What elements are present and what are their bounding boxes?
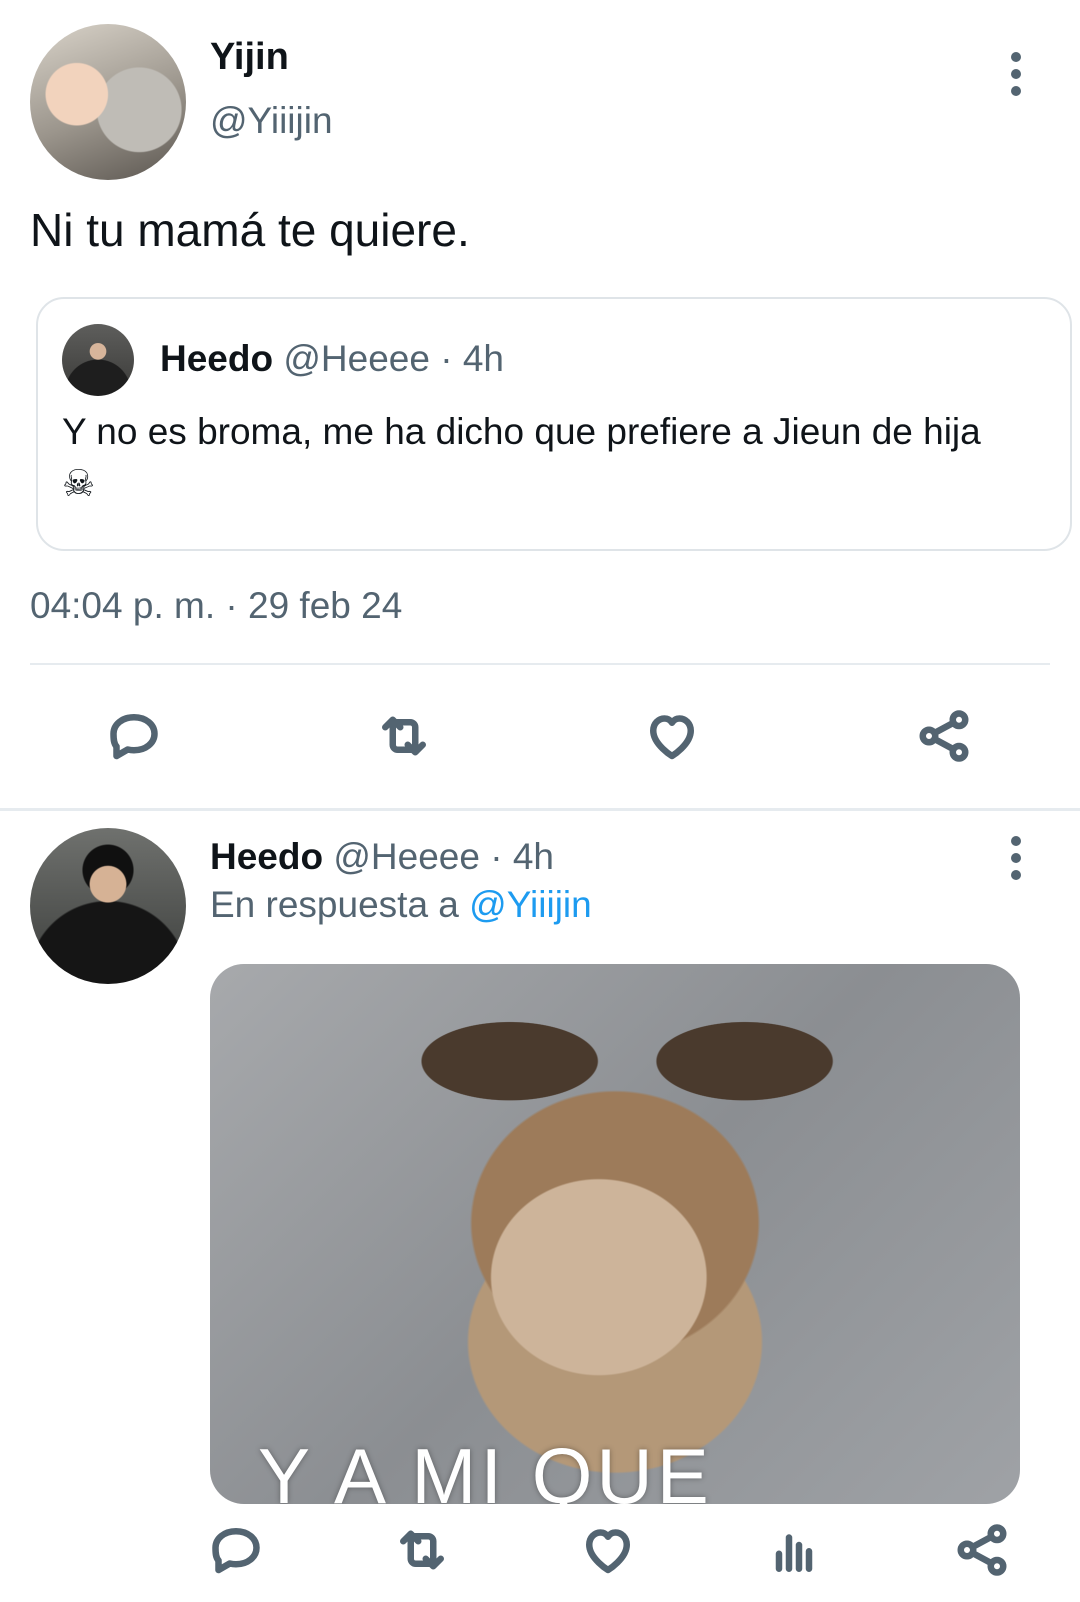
thread-divider [0,808,1080,811]
tweet-text: Ni tu mamá te quiere. [30,204,470,256]
quoted-author-name: Heedo [160,338,274,379]
divider [30,663,1050,665]
reply-media-image[interactable]: Y A MI QUE [210,964,1020,1504]
avatar[interactable] [30,24,186,180]
reply-more-options-icon[interactable] [996,828,1036,888]
reply-author-name[interactable]: Heedo [210,836,323,877]
like-icon[interactable] [636,700,708,772]
quoted-time: · 4h [440,338,504,379]
reply-like-icon[interactable] [572,1514,644,1586]
reply-author-handle[interactable]: @Heeee [333,836,480,877]
reply-time[interactable]: · 4h [490,836,554,877]
quoted-author-handle: @Heeee [283,338,430,379]
quoted-tweet-text: Y no es broma, me ha dicho que prefiere … [62,411,981,504]
views-icon[interactable] [758,1514,830,1586]
quoted-avatar [62,324,134,396]
share-icon[interactable] [908,700,980,772]
reply-icon[interactable] [98,700,170,772]
quoted-tweet-header: Heedo @Heeee · 4h [160,338,504,380]
media-caption: Y A MI QUE [258,1432,713,1504]
reply-header: Heedo @Heeee · 4h [210,836,554,878]
reply-retweet-icon[interactable] [386,1514,458,1586]
retweet-icon[interactable] [368,700,440,772]
author-handle[interactable]: @Yiiijin [210,100,333,142]
more-options-icon[interactable] [996,44,1036,104]
replying-to: En respuesta a @Yiiijin [210,884,592,926]
reply-avatar[interactable] [30,828,186,984]
replying-to-label: En respuesta a [210,884,459,925]
author-name[interactable]: Yijin [210,36,289,79]
replying-to-link[interactable]: @Yiiijin [469,884,592,925]
tweet-timestamp[interactable]: 04:04 p. m. · 29 feb 24 [30,585,402,627]
reply-reply-icon[interactable] [200,1514,272,1586]
reply-share-icon[interactable] [946,1514,1018,1586]
